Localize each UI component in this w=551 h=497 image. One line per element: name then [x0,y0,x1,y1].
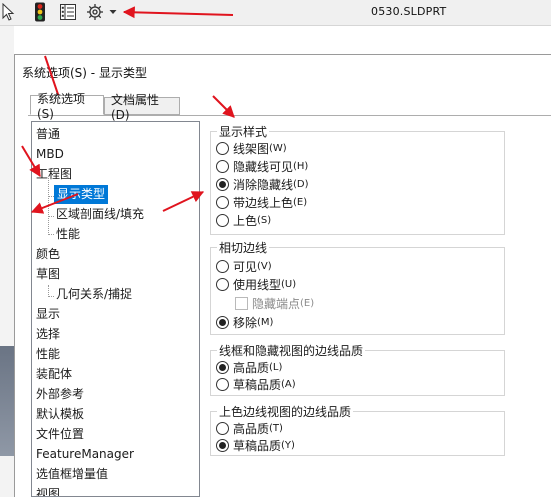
tree-item-spin-box-increments[interactable]: 选值框增量值 [36,465,108,484]
radio-hidden-lines-visible-indicator[interactable] [216,159,229,173]
tree-item-file-locations[interactable]: 文件位置 [36,425,84,444]
radio-wireframe-indicator[interactable] [216,141,229,155]
tree-item-external-references[interactable]: 外部参考 [36,385,84,404]
radio-shaded[interactable]: 上色 (S) [216,211,271,229]
tree-item-assemblies[interactable]: 装配体 [36,365,72,384]
top-toolbar: 0530.SLDPRT [0,0,551,26]
radio-shaded-high-quality-indicator[interactable] [216,421,229,435]
tree-item-view[interactable]: 视图 [36,485,60,496]
radio-tangent-removed-indicator[interactable] [216,315,229,329]
tree-item-default-templates[interactable]: 默认模板 [36,405,84,424]
traffic-light-icon[interactable] [30,2,50,22]
radio-tangent-removed[interactable]: 移除 (M) [216,313,273,331]
tab-system-options[interactable]: 系统选项(S) [30,92,104,121]
traffic-red-dot [37,4,43,9]
tree-item-sketch[interactable]: 草图 [36,265,60,284]
gear-icon[interactable] [84,2,106,22]
left-window-strip [0,26,14,497]
radio-shaded-with-edges[interactable]: 带边线上色 (E) [216,193,307,211]
radio-wireframe-draft-quality-indicator[interactable] [216,377,229,391]
radio-hidden-lines-removed-indicator[interactable] [216,177,229,191]
radio-wireframe-high-quality[interactable]: 高品质 (L) [216,358,282,376]
radio-tangent-visible[interactable]: 可见 (V) [216,257,272,275]
tree-item-mbd[interactable]: MBD [36,145,64,164]
tree-item-area-hatch[interactable]: 区域剖面线/填充 [56,205,144,224]
tab-divider [28,115,551,116]
checkbox-hide-endpoints[interactable]: 隐藏端点 (E) [235,294,314,312]
radio-use-font[interactable]: 使用线型 (U) [216,275,296,293]
tree-item-featuremanager[interactable]: FeatureManager [36,445,134,464]
tree-item-relations-snaps[interactable]: 几何关系/捕捉 [56,285,132,304]
traffic-green-dot [37,15,43,20]
tree-item-general[interactable]: 普通 [36,125,60,144]
radio-use-font-indicator[interactable] [216,277,229,291]
property-manager-icon[interactable] [57,2,79,22]
tree-item-performance[interactable]: 性能 [36,345,60,364]
wireframe-quality-title: 线框和隐藏视图的边线品质 [217,342,366,359]
display-style-title: 显示样式 [217,123,270,140]
tree-item-drawings-performance[interactable]: 性能 [56,225,80,244]
radio-shaded-high-quality[interactable]: 高品质 (T) [216,419,283,437]
tree-item-drawings[interactable]: 工程图 [36,165,72,184]
document-title: 0530.SLDPRT [371,5,447,18]
radio-shaded-draft-quality-indicator[interactable] [216,438,229,452]
radio-tangent-visible-indicator[interactable] [216,259,229,273]
tree-item-colors[interactable]: 颜色 [36,245,60,264]
traffic-yellow-dot [37,9,43,15]
radio-shaded-indicator[interactable] [216,213,229,227]
cursor-icon[interactable] [0,2,16,22]
dropdown-caret-icon[interactable] [108,2,118,22]
radio-hidden-lines-visible[interactable]: 隐藏线可见 (H) [216,157,308,175]
tree-item-selection[interactable]: 选择 [36,325,60,344]
radio-shaded-with-edges-indicator[interactable] [216,195,229,209]
radio-hidden-lines-removed[interactable]: 消除隐藏线 (D) [216,175,309,193]
radio-wireframe-high-quality-indicator[interactable] [216,360,229,374]
radio-shaded-draft-quality[interactable]: 草稿品质 (Y) [216,436,295,454]
radio-wireframe[interactable]: 线架图 (W) [216,139,287,157]
tab-document-properties[interactable]: 文档属性(D) [104,93,180,122]
shaded-quality-title: 上色边线视图的边线品质 [217,403,354,420]
options-tree[interactable]: 普通 MBD 工程图 显示类型 区域剖面线/填充 性能 颜色 草图 几何关系/捕… [31,121,200,497]
dialog-title: 系统选项(S) - 显示类型 [22,66,147,80]
tree-item-display-style[interactable]: 显示类型 [54,185,109,204]
checkbox-hide-endpoints-box[interactable] [235,296,248,310]
tree-item-display[interactable]: 显示 [36,305,60,324]
tangent-edges-title: 相切边线 [217,239,270,256]
radio-wireframe-draft-quality[interactable]: 草稿品质 (A) [216,375,296,393]
